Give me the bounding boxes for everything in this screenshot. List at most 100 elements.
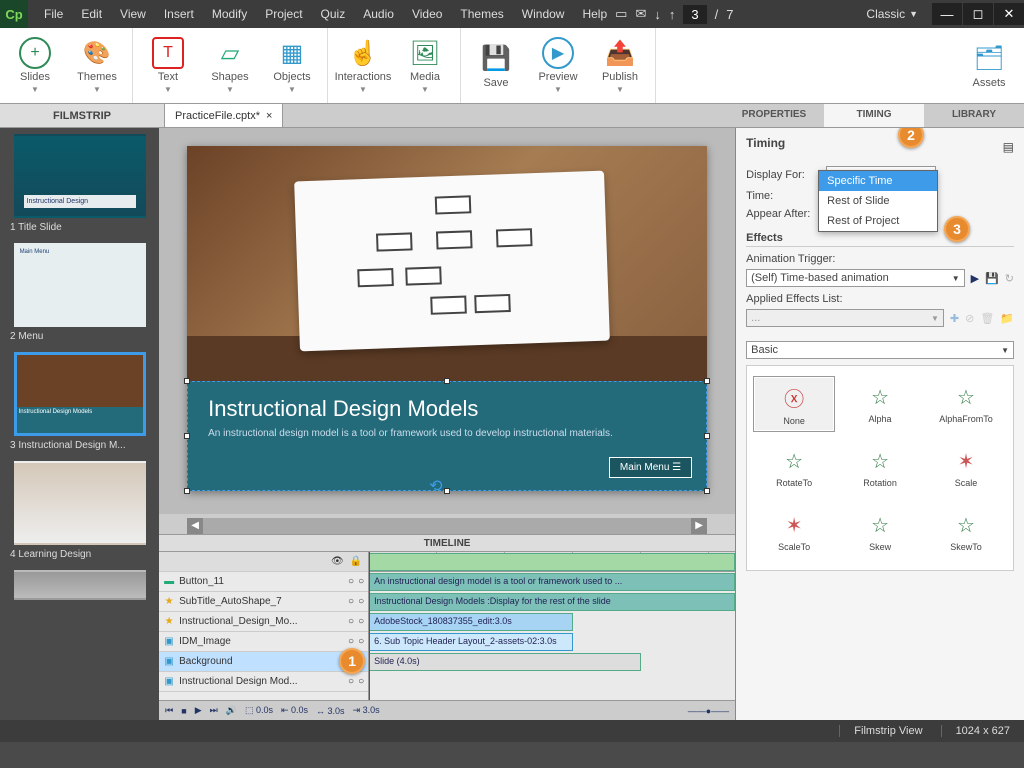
tab-library[interactable]: LIBRARY bbox=[924, 104, 1024, 127]
menu-project[interactable]: Project bbox=[257, 3, 310, 25]
minimize-button[interactable]: — bbox=[932, 3, 962, 25]
slide-caption[interactable]: Instructional Design Models An instructi… bbox=[187, 381, 707, 491]
status-bar: Filmstrip View 1024 x 627 bbox=[0, 720, 1024, 742]
themes-button[interactable]: 🎨Themes▼ bbox=[68, 37, 126, 94]
slide-thumb[interactable] bbox=[4, 570, 155, 600]
effect-skew[interactable]: ☆Skew bbox=[839, 504, 921, 560]
menu-video[interactable]: Video bbox=[404, 3, 450, 25]
effect-alphafromto[interactable]: ☆AlphaFromTo bbox=[925, 376, 1007, 432]
objects-button[interactable]: ▦Objects▼ bbox=[263, 37, 321, 94]
dropdown-option[interactable]: Rest of Project bbox=[819, 211, 937, 231]
document-tab[interactable]: PracticeFile.cptx* × bbox=[165, 104, 283, 127]
tab-properties[interactable]: PROPERTIES bbox=[724, 104, 824, 127]
rewind-icon[interactable]: ⏮ bbox=[165, 705, 173, 716]
redo-icon[interactable]: ↻ bbox=[1005, 272, 1014, 285]
slide[interactable]: Instructional Design Models An instructi… bbox=[187, 146, 707, 491]
up-arrow-icon[interactable]: ↑ bbox=[669, 7, 676, 22]
menu-modify[interactable]: Modify bbox=[204, 3, 255, 25]
filmstrip-panel[interactable]: Instructional Design 1 Title Slide Main … bbox=[0, 128, 159, 720]
page-current[interactable]: 3 bbox=[683, 5, 706, 24]
effect-rotation[interactable]: ☆Rotation bbox=[839, 440, 921, 496]
publish-button[interactable]: 📤Publish▼ bbox=[591, 37, 649, 94]
mail-icon[interactable]: ✉ bbox=[635, 6, 646, 22]
timeline-bar[interactable] bbox=[369, 553, 735, 571]
close-tab-icon[interactable]: × bbox=[266, 110, 272, 122]
effect-rotateto[interactable]: ☆RotateTo bbox=[753, 440, 835, 496]
status-dims: 1024 x 627 bbox=[941, 725, 1010, 737]
assets-button[interactable]: 🗂Assets bbox=[960, 43, 1018, 89]
horizontal-scrollbar[interactable]: ◀▶ bbox=[187, 518, 707, 534]
timeline-layer[interactable]: ★SubTitle_AutoShape_7○○ bbox=[159, 592, 368, 612]
zoom-slider[interactable]: ——●—— bbox=[688, 706, 729, 716]
slide-thumb[interactable]: Main Menu 2 Menu bbox=[4, 243, 155, 342]
effect-scale[interactable]: ✶Scale bbox=[925, 440, 1007, 496]
slide-thumb-selected[interactable]: Instructional Design Models 3 Instructio… bbox=[4, 352, 155, 451]
timeline-panel[interactable]: 👁 🔒 ▬Button_11○○ ★SubTitle_AutoShape_7○○… bbox=[159, 552, 735, 700]
play-icon[interactable]: ▶ bbox=[195, 705, 202, 716]
slide-canvas[interactable]: Instructional Design Models An instructi… bbox=[159, 128, 735, 514]
main-menu-button[interactable]: Main Menu ☰ bbox=[609, 457, 692, 478]
timeline-layer[interactable]: ▣Instructional Design Mod...○○ bbox=[159, 672, 368, 692]
add-effect-icon[interactable]: ✚ bbox=[950, 312, 959, 325]
menu-themes[interactable]: Themes bbox=[452, 3, 511, 25]
effect-category-dropdown[interactable]: Basic▼ bbox=[746, 341, 1014, 359]
media-button[interactable]: 🖼Media▼ bbox=[396, 37, 454, 94]
timeline-layer-selected[interactable]: ▣Background○○ bbox=[159, 652, 368, 672]
slide-thumb[interactable]: 4 Learning Design bbox=[4, 461, 155, 560]
rotate-handle-icon[interactable]: ⟲ bbox=[429, 476, 442, 496]
timeline-layer[interactable]: ▣IDM_Image○○ bbox=[159, 632, 368, 652]
timeline-bar-selected[interactable]: 6. Sub Topic Header Layout_2-assets-02:3… bbox=[369, 633, 573, 651]
timeline-layer[interactable]: ★Instructional_Design_Mo...○○ bbox=[159, 612, 368, 632]
menu-help[interactable]: Help bbox=[574, 3, 615, 25]
menu-edit[interactable]: Edit bbox=[73, 3, 110, 25]
dropdown-option[interactable]: Specific Time bbox=[819, 171, 937, 191]
timeline-bar[interactable]: An instructional design model is a tool … bbox=[369, 573, 735, 591]
timeline-bar[interactable]: AdobeStock_180837355_edit:3.0s bbox=[369, 613, 573, 631]
effect-skewto[interactable]: ☆SkewTo bbox=[925, 504, 1007, 560]
dropdown-option[interactable]: Rest of Slide bbox=[819, 191, 937, 211]
applied-effects-label: Applied Effects List: bbox=[746, 293, 1014, 305]
preview-button[interactable]: ▶Preview▼ bbox=[529, 37, 587, 94]
menu-insert[interactable]: Insert bbox=[156, 3, 202, 25]
maximize-button[interactable]: ◻ bbox=[963, 3, 993, 25]
shapes-button[interactable]: ▱Shapes▼ bbox=[201, 37, 259, 94]
ffwd-icon[interactable]: ⏭ bbox=[210, 705, 218, 716]
save-effect-icon[interactable]: 💾 bbox=[985, 272, 999, 285]
menu-window[interactable]: Window bbox=[514, 3, 573, 25]
eye-icon[interactable]: 👁 bbox=[331, 556, 344, 567]
slide-thumb[interactable]: Instructional Design 1 Title Slide bbox=[4, 134, 155, 233]
menu-file[interactable]: File bbox=[36, 3, 71, 25]
menu-quiz[interactable]: Quiz bbox=[313, 3, 354, 25]
timeline-bar[interactable]: Slide (4.0s) bbox=[369, 653, 641, 671]
menu-audio[interactable]: Audio bbox=[355, 3, 402, 25]
animation-trigger-label: Animation Trigger: bbox=[746, 253, 1014, 265]
workspace-dropdown[interactable]: Classic bbox=[866, 7, 905, 21]
lock-icon[interactable]: 🔒 bbox=[350, 556, 362, 567]
effect-none[interactable]: ⓧNone bbox=[753, 376, 835, 432]
interactions-button[interactable]: ☝Interactions▼ bbox=[334, 37, 392, 94]
menu-view[interactable]: View bbox=[112, 3, 154, 25]
timeline-bar[interactable]: Instructional Design Models :Display for… bbox=[369, 593, 735, 611]
delete-effect-icon[interactable]: 🗑 bbox=[980, 312, 994, 325]
panel-menu-icon[interactable]: ▤ bbox=[1003, 140, 1014, 154]
effect-alpha[interactable]: ☆Alpha bbox=[839, 376, 921, 432]
chevron-down-icon[interactable]: ▼ bbox=[909, 9, 918, 19]
effect-scaleto[interactable]: ✶ScaleTo bbox=[753, 504, 835, 560]
slides-button[interactable]: +Slides▼ bbox=[6, 37, 64, 94]
play-icon[interactable]: ▶ bbox=[971, 272, 979, 285]
disable-effect-icon[interactable]: ⊘ bbox=[965, 312, 974, 325]
applied-effects-dropdown[interactable]: ...▼ bbox=[746, 309, 944, 327]
close-button[interactable]: ✕ bbox=[994, 3, 1024, 25]
down-arrow-icon[interactable]: ↓ bbox=[654, 7, 661, 22]
stop-icon[interactable]: ■ bbox=[181, 706, 186, 716]
save-button[interactable]: 💾Save bbox=[467, 37, 525, 94]
panel-icon[interactable]: ▭ bbox=[615, 6, 627, 22]
timeline-layer[interactable]: ▬Button_11○○ bbox=[159, 572, 368, 592]
playhead[interactable] bbox=[369, 552, 370, 700]
tab-timing[interactable]: TIMING bbox=[824, 104, 924, 127]
animation-trigger-dropdown[interactable]: (Self) Time-based animation▼ bbox=[746, 269, 964, 287]
folder-icon[interactable]: 📁 bbox=[1000, 312, 1014, 325]
audio-icon[interactable]: 🔊 bbox=[226, 705, 237, 716]
display-for-options[interactable]: Specific Time Rest of Slide Rest of Proj… bbox=[818, 170, 938, 232]
text-button[interactable]: TText▼ bbox=[139, 37, 197, 94]
